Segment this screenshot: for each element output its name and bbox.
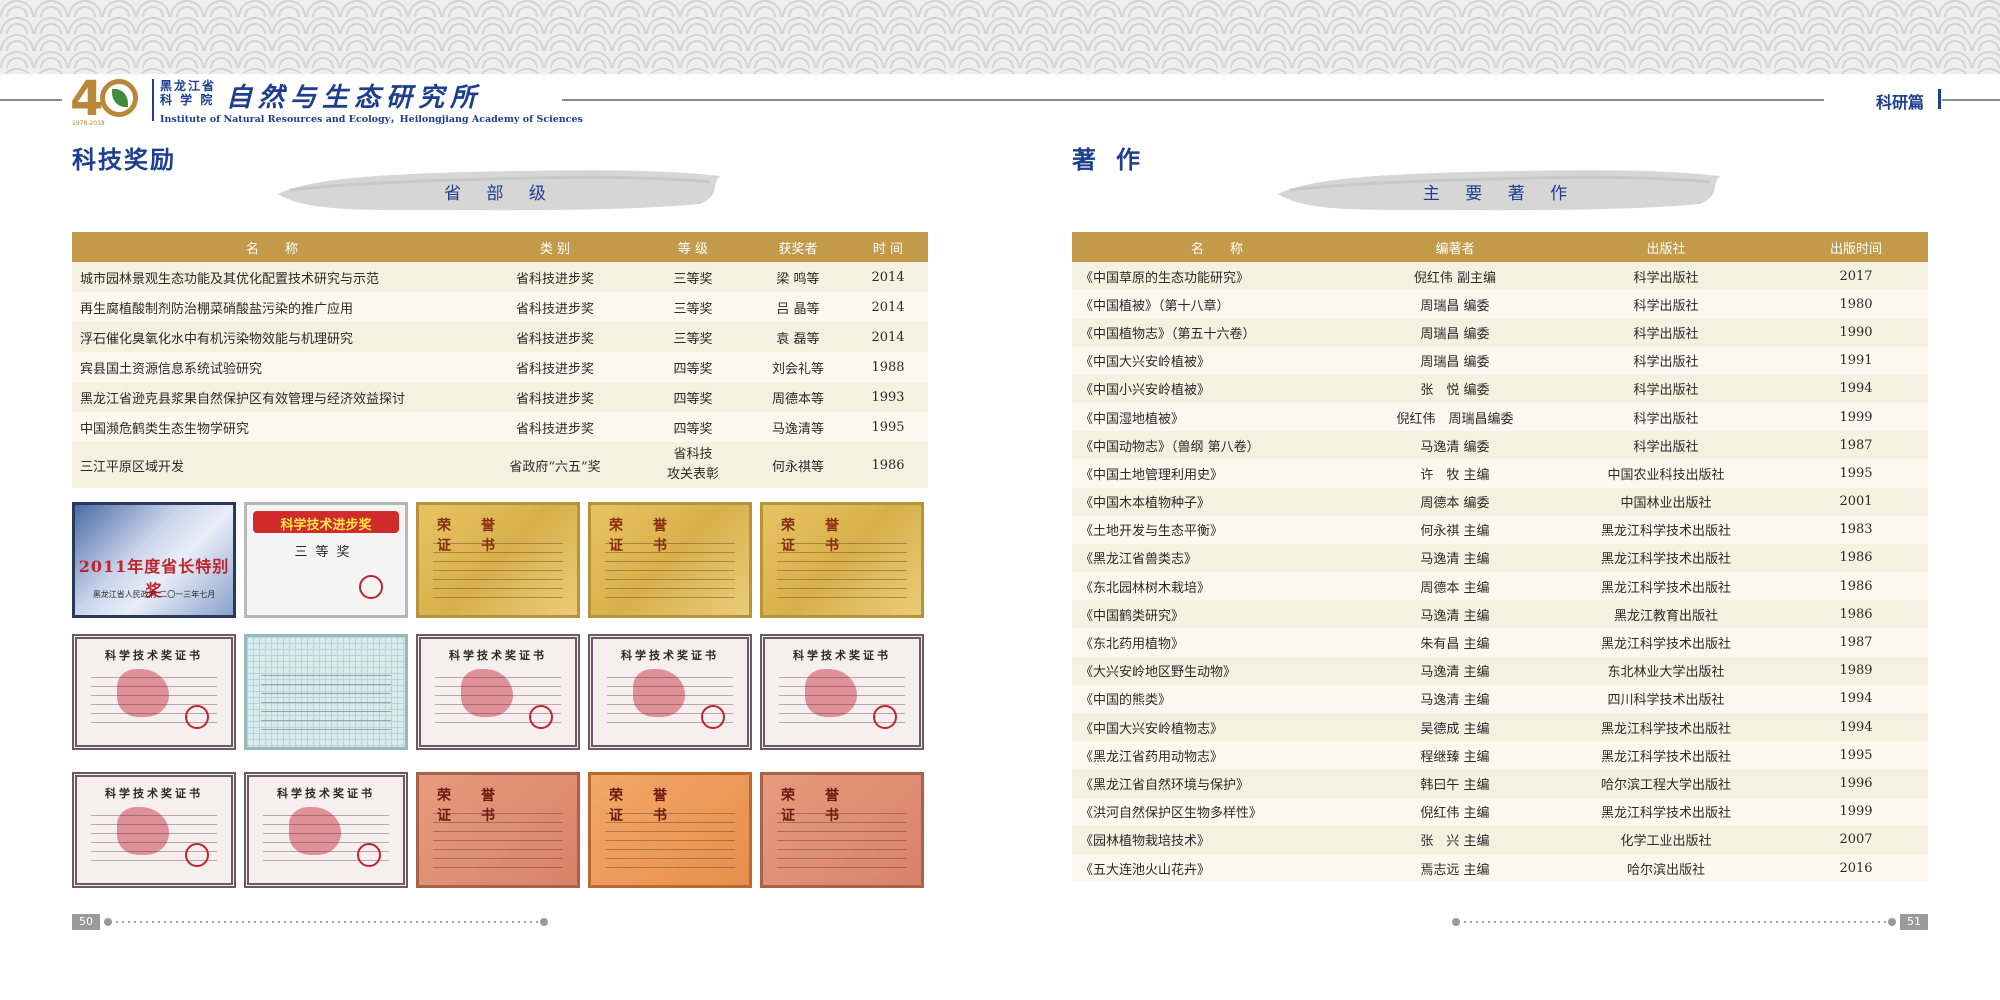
table-row: 黑龙江省逊克县浆果自然保护区有效管理与经济效益探讨 省科技进步奖 四等奖 周德本… <box>72 382 928 412</box>
table-row: 《中国的熊类》 马逸清 主编 四川科学技术出版社 1994 <box>1072 684 1928 713</box>
certificate-sci-tech: 科学技术奖证书 <box>416 634 580 750</box>
col-publisher: 出版社 <box>1548 232 1784 262</box>
institute-logo: 4 1978-2018 黑龙江省 科 学 院 自然与生态研究所 Institut… <box>70 71 583 127</box>
footer-dotted-rule <box>108 921 544 923</box>
certificate-honor: 荣誉 证书 <box>760 772 924 888</box>
red-seal-icon <box>357 843 381 867</box>
red-seal-icon <box>359 575 383 599</box>
table-row: 《中国大兴安岭植物志》 吴德成 主编 黑龙江科学技术出版社 1994 <box>1072 713 1928 742</box>
banner-main-works: 主 要 著 作 <box>1270 160 1730 218</box>
table-row: 《中国草原的生态功能研究》 倪红伟 副主编 科学出版社 2017 <box>1072 262 1928 291</box>
page-title-publications: 著作 <box>1072 146 1160 174</box>
table-row: 三江平原区域开发 省政府“六五”奖 省科技 攻关表彰 何永祺等 1986 <box>72 442 928 488</box>
certificate-honor: 荣誉 证书 <box>416 502 580 618</box>
col-pub-year: 出版时间 <box>1784 232 1928 262</box>
table-row: 《五大连池火山花卉》 焉志远 主编 哈尔滨出版社 2016 <box>1072 853 1928 883</box>
academy-name: 黑龙江省 科 学 院 <box>160 79 217 107</box>
red-seal-icon <box>185 705 209 729</box>
page-number-right: 51 <box>1900 914 1928 930</box>
table-row: 《中国土地管理利用史》许 牧 主编 中国农业科技出版社 1995 <box>1072 459 1928 488</box>
certificate-honor: 荣誉 证书 <box>588 772 752 888</box>
table-row: 《黑龙江省兽类志》 马逸清 主编 黑龙江科学技术出版社 1986 <box>1072 543 1928 573</box>
table-row: 《中国动物志》（兽纲 第八卷） 马逸清 编委 科学出版社 1987 <box>1072 431 1928 460</box>
certificate-sci-tech: 科学技术奖证书 <box>244 772 408 888</box>
table-row: 浮石催化臭氧化水中有机污染物效能与机理研究 省科技进步奖 三等奖 袁 磊等 20… <box>72 322 928 352</box>
table-row: 《东北园林树木栽培》 周德本 主编 黑龙江科学技术出版社 1986 <box>1072 572 1928 601</box>
table-row: 《中国大兴安岭植被》 周瑞昌 编委 科学出版社 1991 <box>1072 346 1928 375</box>
table-row: 《大兴安岭地区野生动物》 马逸清 主编 东北林业大学出版社 1989 <box>1072 656 1928 685</box>
certificate-honor: 荣誉 证书 <box>416 772 580 888</box>
certificate-plaque: 2011年度省长特别奖 黑龙江省人民政府 二〇一三年七月 <box>72 502 236 618</box>
table-row: 再生腐植酸制剂防治棚菜硝酸盐污染的推广应用 省科技进步奖 三等奖 吕 晶等 20… <box>72 292 928 322</box>
institute-calligraphy: 自然与生态研究所 <box>226 83 483 113</box>
table-row: 《园林植物栽培技术》张 兴 主编 化学工业出版社 2007 <box>1072 825 1928 854</box>
header-rule-right <box>1942 99 2000 101</box>
header-rule-middle <box>562 99 1824 101</box>
col-winner: 获奖者 <box>748 232 848 262</box>
col-name: 名 称 <box>72 232 472 262</box>
table-row: 《中国鹤类研究》 马逸清 主编 黑龙江教育出版社 1986 <box>1072 600 1928 629</box>
header-rule-left <box>0 99 62 101</box>
institute-english-name: Institute of Natural Resources and Ecolo… <box>160 114 583 125</box>
red-seal-icon <box>185 843 209 867</box>
table-row: 《土地开发与生态平衡》 何永祺 主编 黑龙江科学技术出版社 1983 <box>1072 515 1928 544</box>
table-row: 《东北药用植物》 朱有昌 主编 黑龙江科学技术出版社 1987 <box>1072 628 1928 657</box>
decorative-wave-band <box>0 0 2000 74</box>
col-title: 名 称 <box>1072 232 1362 262</box>
certificate-grid <box>244 634 408 750</box>
certificate-sci-tech: 科学技术奖证书 <box>72 634 236 750</box>
table-row: 《中国湿地植被》 倪红伟 周瑞昌编委 科学出版社 1999 <box>1072 402 1928 432</box>
red-seal-icon <box>529 705 553 729</box>
col-author: 编著者 <box>1362 232 1548 262</box>
footer-dotted-rule <box>1456 921 1892 923</box>
red-seal-icon <box>701 705 725 729</box>
section-tag: 科研篇 <box>1876 93 1925 112</box>
col-category: 类 别 <box>472 232 638 262</box>
certificate-sci-tech: 科学技术奖证书 <box>72 772 236 888</box>
table-row: 《中国植被》（第十八章） 周瑞昌 编委 科学出版社 1980 <box>1072 290 1928 319</box>
table-row: 《洪河自然保护区生物多样性》 倪红伟 主编 黑龙江科学技术出版社 1999 <box>1072 797 1928 826</box>
table-row: 城市园林景观生态功能及其优化配置技术研究与示范 省科技进步奖 三等奖 梁 鸣等 … <box>72 262 928 292</box>
anniversary-40-emblem: 4 1978-2018 <box>70 71 148 127</box>
certificate-sci-tech: 科学技术奖证书 <box>588 634 752 750</box>
banner-label: 省 部 级 <box>444 184 556 204</box>
table-row: 《中国小兴安岭植被》张 悦 编委 科学出版社 1994 <box>1072 374 1928 403</box>
banner-provincial: 省 部 级 <box>270 160 730 218</box>
certificate-honor: 荣誉 证书 <box>588 502 752 618</box>
table-row: 《中国植物志》（第五十六卷） 周瑞昌 编委 科学出版社 1990 <box>1072 318 1928 347</box>
table-row: 《中国木本植物种子》 周德本 编委 中国林业出版社 2001 <box>1072 487 1928 516</box>
certificate-sci-tech: 科学技术奖证书 <box>760 634 924 750</box>
red-seal-icon <box>873 705 897 729</box>
table-row: 《黑龙江省药用动物志》 程继臻 主编 黑龙江科学技术出版社 1995 <box>1072 741 1928 770</box>
table-header-row: 名 称 编著者 出版社 出版时间 <box>1072 232 1928 262</box>
table-header-row: 名 称 类 别 等 级 获奖者 时 间 <box>72 232 928 262</box>
certificate-photo-gallery: 2011年度省长特别奖 黑龙江省人民政府 二〇一三年七月 科学技术进步奖 三等奖… <box>72 502 928 898</box>
table-row: 中国濒危鹤类生态生物学研究 省科技进步奖 四等奖 马逸清等 1995 <box>72 412 928 442</box>
awards-table: 名 称 类 别 等 级 获奖者 时 间 城市园林景观生态功能及其优化配置技术研究… <box>72 232 928 488</box>
table-row: 宾县国土资源信息系统试验研究 省科技进步奖 四等奖 刘会礼等 1988 <box>72 352 928 382</box>
col-year: 时 间 <box>848 232 928 262</box>
publications-table: 名 称 编著者 出版社 出版时间 《中国草原的生态功能研究》 倪红伟 副主编 科学出… <box>1072 232 1928 883</box>
page-number-left: 50 <box>72 914 100 930</box>
certificate-honor: 荣誉 证书 <box>760 502 924 618</box>
certificate-progress-award: 科学技术进步奖 三等奖 <box>244 502 408 618</box>
page-title-awards: 科技奖励 <box>72 146 176 174</box>
table-row: 《黑龙江省自然环境与保护》 韩曰午 主编 哈尔滨工程大学出版社 1996 <box>1072 769 1928 798</box>
banner-label: 主 要 著 作 <box>1422 184 1578 204</box>
publications-table-body: 《中国草原的生态功能研究》 倪红伟 副主编 科学出版社 2017 《中国植被》（第十八章… <box>1072 262 1928 883</box>
col-grade: 等 级 <box>638 232 748 262</box>
